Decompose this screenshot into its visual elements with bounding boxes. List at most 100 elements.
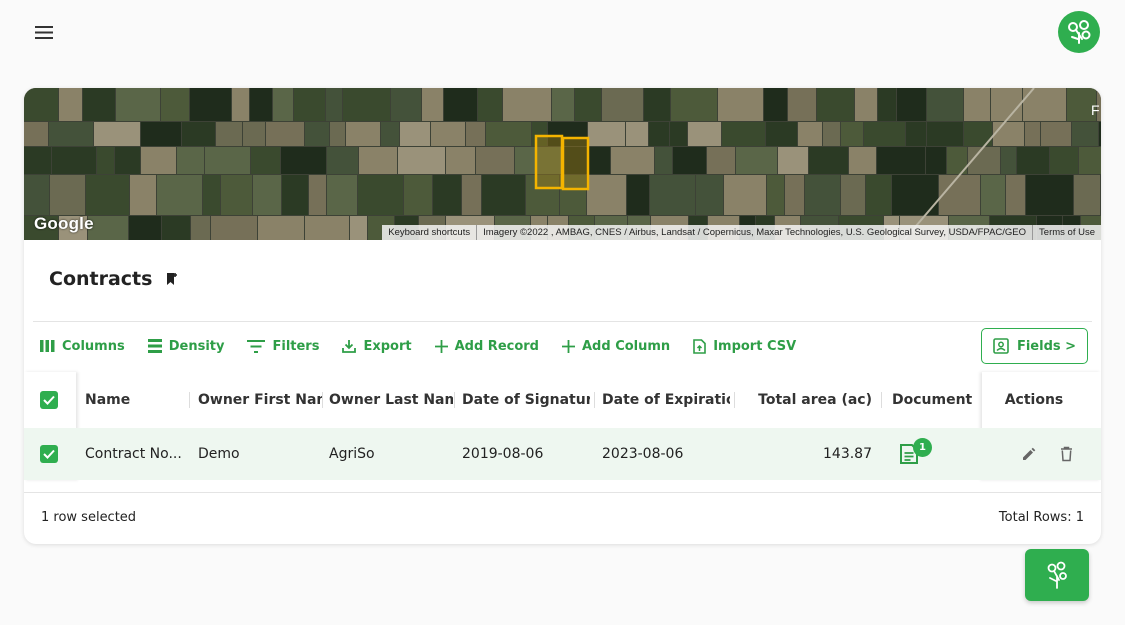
map-field: [49, 122, 93, 146]
map-field: [305, 122, 329, 146]
map-field: [141, 147, 176, 174]
map-field: [398, 147, 445, 174]
menu-button[interactable]: [28, 20, 60, 44]
map-field: [115, 147, 140, 174]
edit-button[interactable]: [1021, 428, 1041, 480]
column-header-actions: Actions: [1004, 392, 1064, 408]
add-record-button[interactable]: Add Record: [434, 339, 539, 354]
map-field: [83, 88, 115, 121]
map-field: [897, 88, 926, 121]
map-field: [1006, 175, 1025, 215]
map-field: [764, 88, 787, 121]
map-field: [1050, 147, 1078, 174]
map-field: [24, 122, 48, 146]
documents-count-badge: 1: [913, 438, 932, 457]
column-header-date-of-expiration[interactable]: Date of Expiration: [602, 372, 730, 428]
cell-date-of-signature: 2019-08-06: [462, 446, 544, 462]
map-field: [97, 147, 114, 174]
map-field: [671, 88, 717, 121]
column-separator[interactable]: [189, 392, 190, 408]
map-field: [250, 88, 272, 121]
map-field: [157, 175, 202, 215]
cell-owner-first-name: Demo: [198, 446, 240, 462]
map-field: [964, 88, 990, 121]
columns-icon: [40, 340, 55, 352]
map-field: [841, 122, 863, 146]
map-field: [767, 175, 784, 215]
map-field: [849, 147, 876, 174]
filters-button[interactable]: Filters: [247, 339, 319, 354]
column-separator[interactable]: [734, 392, 735, 408]
map-field: [24, 147, 51, 174]
column-header-name[interactable]: Name: [85, 372, 185, 428]
map-field: [309, 175, 326, 215]
column-separator[interactable]: [594, 392, 595, 408]
map-field: [482, 175, 525, 215]
density-button[interactable]: Density: [147, 339, 224, 354]
column-header-date-of-signature[interactable]: Date of Signature: [462, 372, 590, 428]
map-field: [707, 147, 735, 174]
delete-button[interactable]: [1060, 428, 1078, 480]
map-field: [281, 147, 326, 174]
map-field: [503, 88, 551, 121]
field-boundary-polygon: [561, 136, 590, 191]
map-field: [24, 88, 58, 121]
map-field: [326, 88, 342, 121]
contracts-card: F Google Keyboard shortcuts Imagery ©202…: [24, 88, 1101, 544]
map-field: [182, 122, 215, 146]
map-field: [809, 147, 848, 174]
map-field: [906, 122, 926, 146]
map-field: [766, 122, 797, 146]
map-field: [161, 88, 189, 121]
grid-toolbar: Columns Density Filters Export Add Recor…: [40, 334, 819, 358]
keyboard-shortcuts-link[interactable]: Keyboard shortcuts: [382, 225, 476, 240]
row-checkbox[interactable]: [40, 445, 58, 463]
map-field: [926, 147, 946, 174]
map-field: [778, 147, 808, 174]
column-header-documents[interactable]: Documents: [892, 372, 972, 428]
map-field: [991, 88, 1022, 121]
map-field: [877, 147, 925, 174]
map-field: [433, 175, 461, 215]
columns-button[interactable]: Columns: [40, 339, 125, 354]
map-field: [141, 122, 181, 146]
bookmark-add-icon[interactable]: [166, 272, 178, 286]
density-icon: [147, 339, 162, 353]
map-field: [993, 122, 1024, 146]
terms-of-use-link[interactable]: Terms of Use: [1032, 225, 1101, 240]
plus-icon: [562, 339, 575, 353]
field-boundary-polygon: [534, 134, 564, 190]
map-field: [718, 88, 763, 121]
column-header-owner-first-name[interactable]: Owner First Name: [198, 372, 322, 428]
column-header-owner-last-name[interactable]: Owner Last Name: [329, 372, 453, 428]
map-field: [486, 122, 531, 146]
map-field: [203, 175, 220, 215]
selected-rows-count: 1 row selected: [41, 510, 137, 525]
user-avatar-logo[interactable]: [1058, 11, 1100, 53]
add-column-button[interactable]: Add Column: [562, 339, 670, 354]
floating-action-button[interactable]: [1025, 549, 1089, 601]
map-field: [855, 88, 877, 121]
page-title-row: Contracts: [49, 268, 178, 290]
footer-divider: [24, 492, 1101, 493]
title-divider: [33, 321, 1092, 322]
map-field: [24, 175, 49, 215]
export-button[interactable]: Export: [342, 339, 412, 354]
import-csv-button[interactable]: Import CSV: [693, 339, 796, 354]
table-row[interactable]: Contract No... Demo AgriSo 2019-08-06 20…: [24, 428, 1101, 480]
column-separator[interactable]: [454, 392, 455, 408]
map-field: [359, 147, 397, 174]
column-separator[interactable]: [322, 392, 323, 408]
map-imagery: [24, 88, 1101, 240]
select-all-checkbox[interactable]: [40, 391, 58, 409]
map-field: [253, 175, 281, 215]
map-field: [927, 122, 963, 146]
column-header-total-area[interactable]: Total area (ac): [744, 372, 872, 428]
column-separator[interactable]: [881, 392, 882, 408]
fields-button[interactable]: Fields >: [981, 328, 1088, 364]
total-rows-count: Total Rows: 1: [998, 510, 1084, 525]
check-icon: [43, 449, 55, 459]
agriso-logo-icon: [1047, 561, 1067, 589]
map-field: [1079, 147, 1101, 174]
satellite-map[interactable]: F Google Keyboard shortcuts Imagery ©202…: [24, 88, 1101, 240]
